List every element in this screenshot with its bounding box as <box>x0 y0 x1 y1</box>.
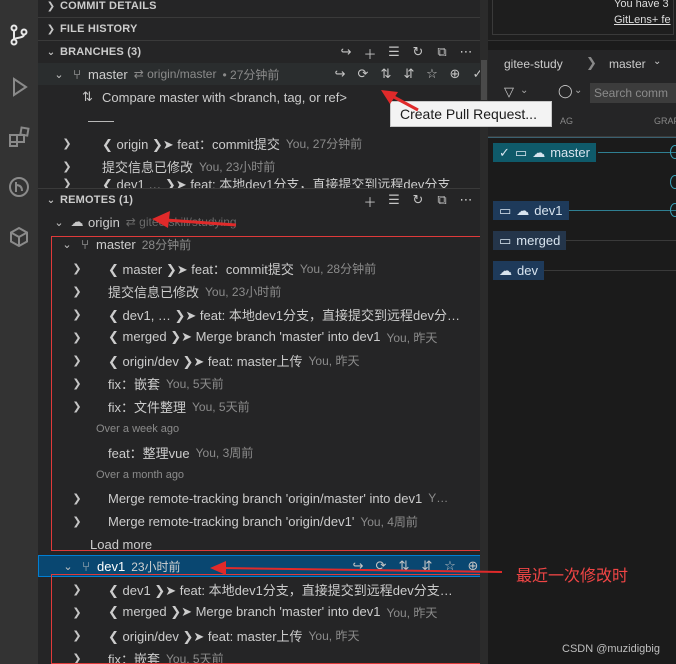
globe-icon[interactable]: ⊕ <box>447 66 463 82</box>
run-debug-icon[interactable] <box>4 72 34 102</box>
switch-branch-icon[interactable]: ↪ <box>338 44 354 63</box>
cloud-icon: ☁ <box>532 144 546 160</box>
gitlens-icon[interactable] <box>4 172 34 202</box>
commit-row[interactable]: ❯ ❮ origin ❯➤ feat：commit提交 You, 27分钟前 <box>38 132 488 154</box>
search-icon: ◯ <box>558 83 573 98</box>
notice-banner: You have 3 GitLens+ fe <box>488 0 676 41</box>
annotation-text: 最近一次修改时 <box>516 568 629 585</box>
compare-icon[interactable]: ⇅ <box>396 558 412 574</box>
graph-header: gitee-study ❯ master ⌄ <box>488 50 676 80</box>
ref-pill-dev[interactable]: ☁ dev <box>493 261 544 280</box>
master-row-actions: ↪ ⟳ ⇅ ⇵ ☆ ⊕ ✓ <box>332 66 486 82</box>
star-icon[interactable]: ☆ <box>442 558 458 574</box>
remote-row-origin[interactable]: ⌄ ☁ origin ⇄ gitee/skill/studying <box>38 211 488 233</box>
branch-select[interactable]: master <box>609 57 646 71</box>
extensions-icon[interactable] <box>4 122 34 152</box>
create-pull-request-icon[interactable]: ⇵ <box>401 66 417 82</box>
branch-icon: ⑂ <box>73 66 81 82</box>
branch-upstream: ⇄ origin/master <box>133 67 217 81</box>
switch-icon[interactable]: ↪ <box>332 66 348 82</box>
star-icon[interactable]: ☆ <box>424 66 440 82</box>
highlight-box-dev1 <box>51 574 483 664</box>
ref-pill-merged[interactable]: ▭ merged <box>493 231 567 250</box>
refresh-icon[interactable]: ↻ <box>410 192 426 211</box>
list-view-icon[interactable]: ☰ <box>386 192 402 211</box>
sync-icon[interactable]: ⟳ <box>355 66 371 82</box>
commit-row[interactable]: ❯ 提交信息已修改 You, 23小时前 <box>38 155 488 177</box>
dev1-row-actions: ↪ ⟳ ⇅ ⇵ ☆ ⊕ <box>350 558 481 574</box>
refresh-icon[interactable]: ↻ <box>410 44 426 63</box>
compare-icon[interactable]: ⇅ <box>378 66 394 82</box>
sync-icon[interactable]: ⟳ <box>373 558 389 574</box>
branch-icon: ⑂ <box>82 558 90 574</box>
watermark: CSDN @muzidigbig <box>562 643 660 655</box>
commit-row[interactable]: ❯ ❮ dev1 … ❯➤ feat: 本地dev1分支，直接提交到远程dev分… <box>38 178 488 188</box>
branch-time: • 27分钟前 <box>222 67 280 82</box>
monitor-icon: ▭ <box>499 232 512 248</box>
list-view-icon[interactable]: ☰ <box>386 44 402 63</box>
branch-name: master <box>88 66 128 82</box>
filter-icon[interactable]: ▽ <box>504 84 514 100</box>
check-icon: ✓ <box>499 144 510 160</box>
source-control-sidebar: ❯ COMMIT DETAILS ❯ FILE HISTORY ⌄ BRANCHES … <box>38 0 488 664</box>
activity-bar <box>0 0 38 664</box>
section-commit-details[interactable]: ❯ COMMIT DETAILS <box>38 0 488 17</box>
create-pull-request-tooltip: Create Pull Request... <box>390 101 552 127</box>
monitor-icon: ▭ <box>499 202 512 218</box>
cloud-icon: ☁ <box>499 262 512 278</box>
more-icon[interactable]: ⋯ <box>458 192 474 211</box>
remotes-toolbar: ＋ ☰ ↻ ⧉ ⋯ <box>362 192 474 211</box>
more-icon[interactable]: ⋯ <box>458 44 474 63</box>
compare-icon: ⇅ <box>82 89 93 104</box>
sidebar-scrollbar[interactable] <box>480 0 488 664</box>
monitor-icon: ▭ <box>514 144 528 160</box>
globe-icon[interactable]: ⊕ <box>465 558 481 574</box>
create-pull-request-icon[interactable]: ⇵ <box>419 558 435 574</box>
cloud-icon: ☁ <box>70 214 84 229</box>
ref-pill-master[interactable]: ✓ ▭ ☁ master <box>493 143 596 162</box>
chevron-down-icon: ⌄ <box>653 56 662 67</box>
branches-toolbar: ↪ ＋ ☰ ↻ ⧉ ⋯ <box>338 44 474 63</box>
section-file-history[interactable]: ❯ FILE HISTORY <box>38 18 488 40</box>
ref-pill-dev1[interactable]: ▭ ☁ dev1 <box>493 201 569 220</box>
add-icon[interactable]: ＋ <box>362 192 378 211</box>
collapse-all-icon[interactable]: ⧉ <box>434 192 450 211</box>
remote-explorer-icon[interactable] <box>4 222 34 252</box>
highlight-box-master <box>51 236 482 551</box>
search-input[interactable]: Search comm <box>590 83 676 103</box>
source-control-icon[interactable] <box>4 20 34 50</box>
add-icon[interactable]: ＋ <box>362 44 378 63</box>
cloud-icon: ☁ <box>516 202 530 218</box>
switch-icon[interactable]: ↪ <box>350 558 366 574</box>
collapse-all-icon[interactable]: ⧉ <box>434 44 450 63</box>
